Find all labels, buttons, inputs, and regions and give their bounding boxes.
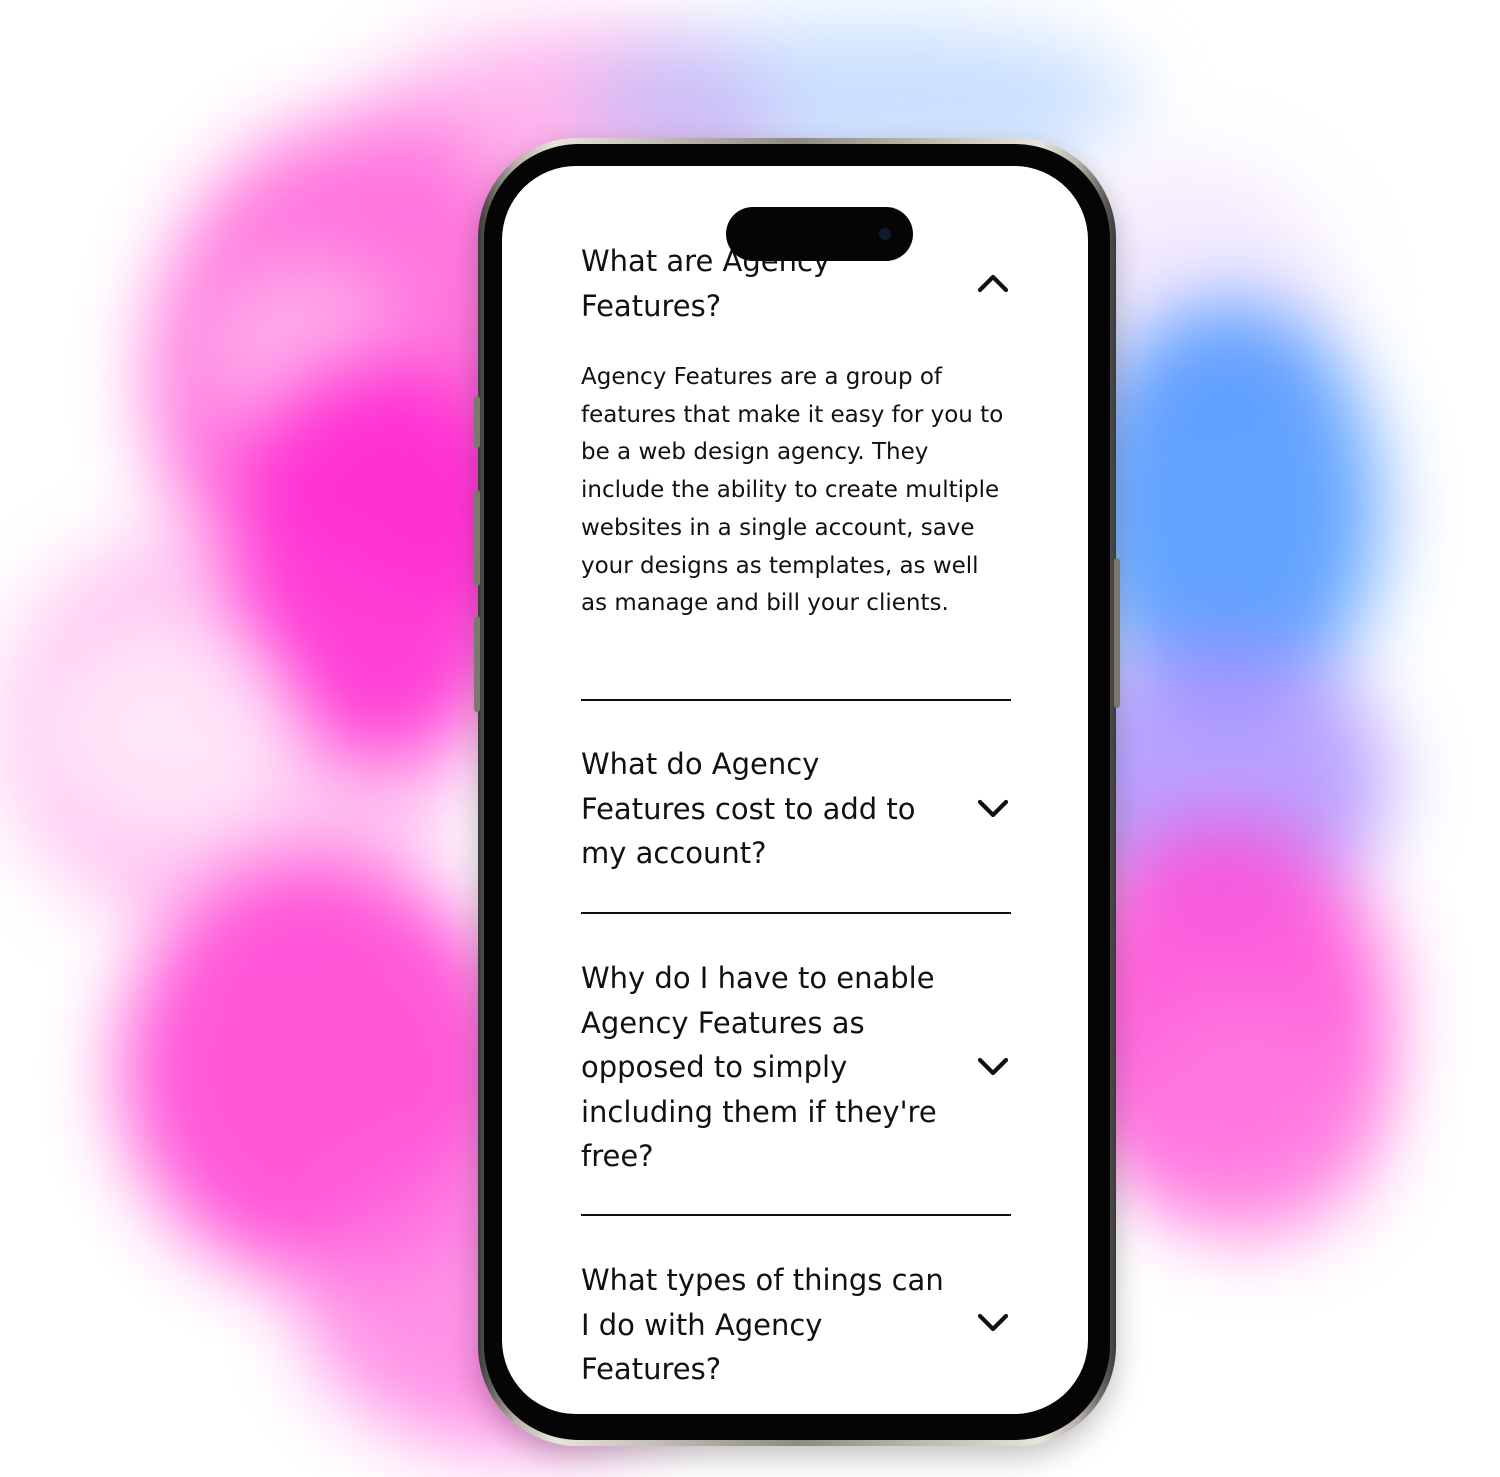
- camera-icon: [879, 228, 891, 240]
- dynamic-island: [726, 207, 913, 261]
- faq-question[interactable]: What do Agency Features cost to add to m…: [581, 742, 951, 876]
- faq-divider: [581, 1214, 1011, 1216]
- faq-toggle-button[interactable]: [975, 1304, 1011, 1340]
- faq-question[interactable]: Why do I have to enable Agency Features …: [581, 956, 951, 1179]
- volume-down-button: [474, 616, 480, 712]
- volume-up-button: [474, 490, 480, 586]
- faq-question[interactable]: What types of things can I do with Agenc…: [581, 1258, 951, 1392]
- chevron-up-icon: [977, 274, 1009, 293]
- chevron-down-icon: [977, 1057, 1009, 1076]
- phone-frame: What are Agency Features? Agency Feature…: [474, 138, 1120, 1446]
- chevron-down-icon: [977, 799, 1009, 818]
- chevron-down-icon: [977, 1313, 1009, 1332]
- action-button: [474, 396, 480, 448]
- phone-screen: What are Agency Features? Agency Feature…: [502, 166, 1088, 1414]
- smoke-blob: [40, 620, 300, 840]
- faq-toggle-button[interactable]: [975, 265, 1011, 301]
- faq-divider: [581, 699, 1011, 701]
- power-button: [1114, 558, 1120, 708]
- faq-answer: Agency Features are a group of features …: [581, 364, 1004, 617]
- smoke-blob: [1120, 1000, 1380, 1240]
- faq-toggle-button[interactable]: [975, 790, 1011, 826]
- faq-toggle-button[interactable]: [975, 1048, 1011, 1084]
- faq-divider: [581, 912, 1011, 914]
